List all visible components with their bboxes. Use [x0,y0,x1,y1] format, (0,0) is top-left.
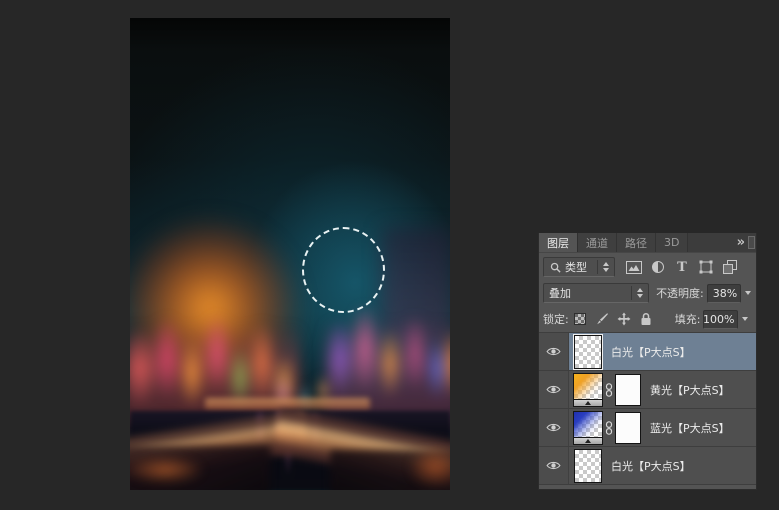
adjacent-panel-fragment [748,236,755,249]
filter-kind-label: 类型 [565,261,587,274]
layer-name: 白光【P大点S】 [611,459,691,473]
visibility-eye-icon[interactable] [539,333,569,370]
lock-all-padlock-icon[interactable] [639,312,654,326]
layers-list: 白光【P大点S】 黄光【P大点S】 蓝光【P大点S】 白光【P大点S】 [539,332,756,485]
layer-name: 黄光【P大点S】 [650,383,730,397]
panel-tab-bar: 图层 通道 路径 3D » [539,233,756,253]
gradient-strip [573,399,603,407]
lock-pixels-brush-icon[interactable] [595,312,610,326]
mask-link-chain-icon[interactable] [603,382,615,397]
lock-label: 锁定: [543,313,569,326]
fill-popup-arrow-icon[interactable] [740,317,749,321]
updown-arrows-icon [601,262,611,272]
updown-arrows-icon [635,288,645,298]
pixel-layer-filter-icon[interactable] [625,259,643,276]
fill-value-field[interactable]: 100% [703,309,739,329]
layer-thumbnail-yellow-gradient[interactable] [573,372,603,400]
tab-3d[interactable]: 3D [656,233,689,252]
layers-panel: 图层 通道 路径 3D » 类型 T 叠加 不透明度: 38% 锁定: 填充: … [538,233,757,490]
search-icon [549,261,561,273]
opacity-label: 不透明度: [656,287,704,300]
layer-row-yellow-light[interactable]: 黄光【P大点S】 [539,371,756,409]
layer-name: 白光【P大点S】 [611,345,691,359]
layer-mask-thumbnail[interactable] [615,411,641,444]
select-divider [631,286,633,300]
filter-row: 类型 T [543,257,752,277]
tab-bar-spacer [688,233,732,252]
visibility-eye-icon[interactable] [539,371,569,408]
layer-filter-icons: T [625,259,739,276]
opacity-popup-arrow-icon[interactable] [743,291,752,295]
visibility-eye-icon[interactable] [539,409,569,446]
blend-mode-value: 叠加 [549,287,571,300]
blend-mode-select[interactable]: 叠加 [543,283,650,303]
layers-panel-controls: 类型 T 叠加 不透明度: 38% 锁定: 填充: 100% [539,253,756,332]
visibility-eye-icon[interactable] [539,447,569,484]
gradient-fill-thumbnail-wrap [573,410,603,445]
layer-mask-thumbnail[interactable] [615,373,641,406]
tab-paths[interactable]: 路径 [617,233,656,252]
opacity-value-field[interactable]: 38% [706,283,742,303]
layer-name: 蓝光【P大点S】 [650,421,730,435]
layer-thumbnail-transparent[interactable] [574,334,602,369]
gradient-fill-thumbnail-wrap [573,372,603,407]
layer-row-white-light-top[interactable]: 白光【P大点S】 [539,333,756,371]
layer-thumbnail-transparent[interactable] [574,448,602,483]
document-canvas[interactable] [130,18,450,490]
vignette-overlay [130,18,450,490]
lock-transparency-icon[interactable] [573,312,588,326]
layer-thumbnail-blue-gradient[interactable] [573,410,603,438]
lock-fill-row: 锁定: 填充: 100% [543,309,752,329]
shape-layer-filter-icon[interactable] [697,259,715,276]
tab-layers[interactable]: 图层 [539,233,578,252]
gradient-strip [573,437,603,445]
elliptical-selection-marching-ants[interactable] [302,227,385,313]
adjustment-layer-filter-icon[interactable] [649,259,667,276]
lock-icons [573,312,654,326]
tab-channels[interactable]: 通道 [578,233,617,252]
select-divider [597,260,598,274]
collapse-panel-icon[interactable]: » [733,233,747,252]
blend-opacity-row: 叠加 不透明度: 38% [543,283,752,303]
mask-link-chain-icon[interactable] [603,420,615,435]
smart-object-filter-icon[interactable] [721,259,739,276]
fill-label: 填充: [674,313,701,326]
type-layer-filter-icon[interactable]: T [673,259,691,276]
filter-kind-select[interactable]: 类型 [543,257,615,277]
layer-row-white-light-bottom[interactable]: 白光【P大点S】 [539,447,756,485]
layer-row-blue-light[interactable]: 蓝光【P大点S】 [539,409,756,447]
lock-position-move-icon[interactable] [617,312,632,326]
